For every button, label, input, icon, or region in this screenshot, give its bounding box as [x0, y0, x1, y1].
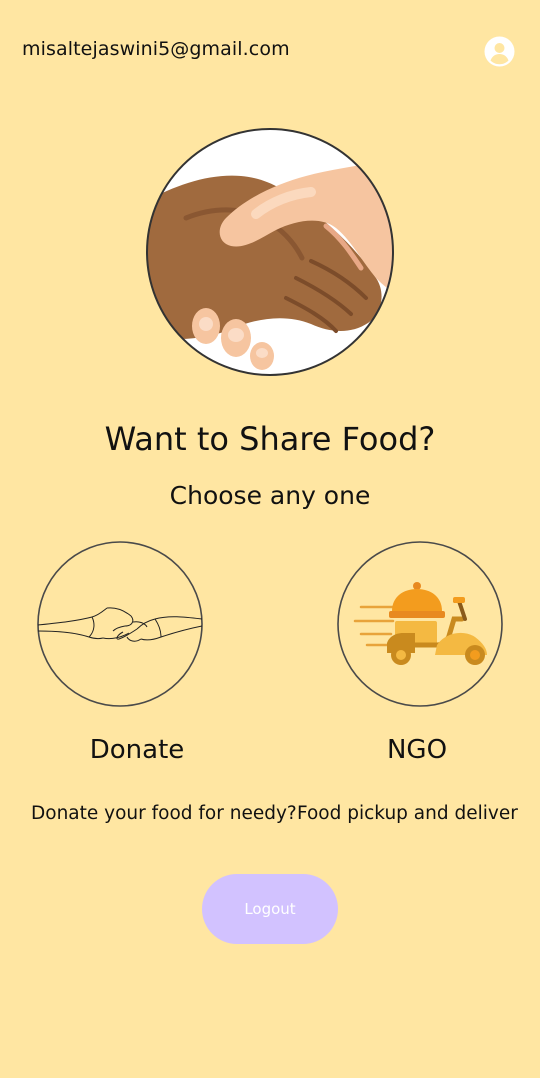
- user-email: misaltejaswini5@gmail.com: [22, 38, 290, 60]
- ngo-option-button[interactable]: [337, 541, 503, 707]
- donate-option-button[interactable]: [37, 541, 203, 707]
- page-title: Want to Share Food?: [104, 420, 436, 458]
- account-circle-icon: [484, 36, 515, 67]
- handshake-illustration: [146, 128, 394, 376]
- hands-reaching-icon: [37, 541, 203, 707]
- page-subtitle: Choose any one: [169, 481, 371, 510]
- ngo-label[interactable]: NGO: [337, 735, 497, 765]
- logout-button[interactable]: Logout: [202, 874, 338, 944]
- donate-label[interactable]: Donate: [37, 735, 237, 765]
- donate-description: Donate your food for needy?: [31, 803, 297, 824]
- ngo-description: Food pickup and deliver: [297, 803, 518, 824]
- delivery-scooter-icon: [337, 541, 503, 707]
- profile-button[interactable]: [484, 36, 515, 67]
